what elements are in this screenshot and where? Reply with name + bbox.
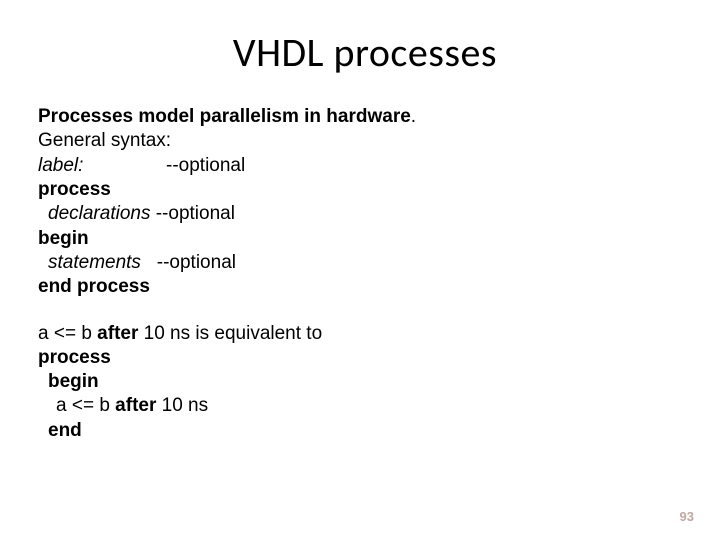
text-bold: end process: [38, 275, 150, 299]
text-bold: Processes model parallelism in hardware: [38, 105, 411, 129]
spacer: [38, 300, 692, 322]
slide-title: VHDL processes: [38, 28, 692, 77]
line-process: process: [38, 178, 692, 202]
line-begin2: begin: [38, 370, 692, 394]
text-plain: General syntax:: [38, 129, 171, 153]
text-bold: after: [97, 322, 138, 346]
line-statements: statements --optional: [38, 251, 692, 275]
text-italic: statements: [48, 251, 141, 275]
text-bold: after: [115, 394, 156, 418]
text-bold: process: [38, 346, 111, 370]
line-end2: end: [38, 419, 692, 443]
text-plain: --optional: [150, 202, 235, 226]
line-equiv: a <= b after 10 ns is equivalent to: [38, 322, 692, 346]
line-assign2: a <= b after 10 ns: [38, 394, 692, 418]
text-plain: --optional: [166, 154, 245, 178]
line-process2: process: [38, 346, 692, 370]
text-plain: 10 ns is equivalent to: [138, 322, 322, 346]
text-bold: begin: [48, 370, 99, 394]
text-bold: begin: [38, 227, 89, 251]
page-number: 93: [680, 509, 694, 524]
line-end-process: end process: [38, 275, 692, 299]
slide: VHDL processes Processes model paralleli…: [0, 0, 720, 540]
text-italic: label:: [38, 154, 166, 178]
text-bold: process: [38, 178, 111, 202]
text-plain: 10 ns: [156, 394, 208, 418]
text-plain: --optional: [141, 251, 236, 275]
slide-body: Processes model parallelism in hardware.…: [38, 105, 692, 443]
text-bold: end: [48, 419, 82, 443]
text-plain: .: [411, 105, 416, 129]
text-plain: a <= b: [56, 394, 115, 418]
line-begin: begin: [38, 227, 692, 251]
text-italic: declarations: [48, 202, 150, 226]
line-general-syntax: General syntax:: [38, 129, 692, 153]
line-processes-model: Processes model parallelism in hardware.: [38, 105, 692, 129]
line-label: label: --optional: [38, 154, 692, 178]
line-declarations: declarations --optional: [38, 202, 692, 226]
text-plain: a <= b: [38, 322, 97, 346]
